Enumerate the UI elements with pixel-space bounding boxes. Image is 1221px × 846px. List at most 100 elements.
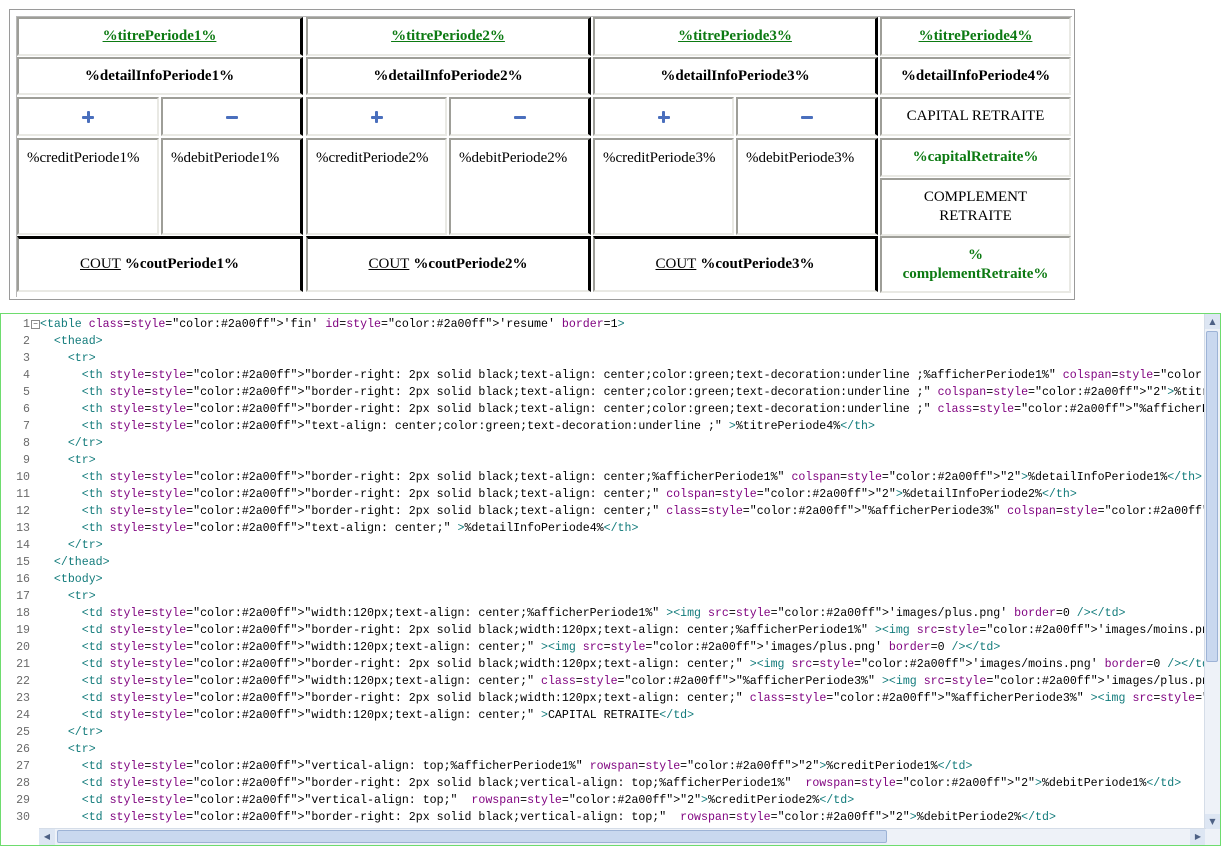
scroll-left-icon[interactable]: ◀ xyxy=(39,829,55,845)
minus-icon xyxy=(225,111,238,123)
debit-periode-1: %debitPeriode1% xyxy=(161,138,303,235)
plus-cell-3 xyxy=(593,97,734,136)
code-text[interactable]: <th style=style="color:#2a00ff">"border-… xyxy=(40,367,1206,384)
code-line[interactable]: 17 <tr> xyxy=(1,588,1206,605)
code-text[interactable]: </tr> xyxy=(40,435,103,452)
code-line[interactable]: 19 <td style=style="color:#2a00ff">"bord… xyxy=(1,622,1206,639)
code-text[interactable]: <tr> xyxy=(40,741,96,758)
code-text[interactable]: <td style=style="color:#2a00ff">"width:1… xyxy=(40,673,1206,690)
code-line[interactable]: 26 <tr> xyxy=(1,741,1206,758)
code-line[interactable]: 27 <td style=style="color:#2a00ff">"vert… xyxy=(1,758,1206,775)
code-line[interactable]: 28 <td style=style="color:#2a00ff">"bord… xyxy=(1,775,1206,792)
debit-periode-2: %debitPeriode2% xyxy=(449,138,591,235)
code-text[interactable]: <td style=style="color:#2a00ff">"width:1… xyxy=(40,605,1126,622)
line-number: 9 xyxy=(23,454,30,467)
line-number: 19 xyxy=(16,624,30,637)
code-line[interactable]: 9 <tr> xyxy=(1,452,1206,469)
code-line[interactable]: 18 <td style=style="color:#2a00ff">"widt… xyxy=(1,605,1206,622)
code-text[interactable]: <td style=style="color:#2a00ff">"width:1… xyxy=(40,707,694,724)
code-line[interactable]: 21 <td style=style="color:#2a00ff">"bord… xyxy=(1,656,1206,673)
scroll-up-icon[interactable]: ▲ xyxy=(1205,314,1220,329)
code-text[interactable]: <table class=style="color:#2a00ff">'fin'… xyxy=(40,316,625,333)
code-text[interactable]: <td style=style="color:#2a00ff">"border-… xyxy=(40,656,1206,673)
code-line[interactable]: 13 <th style=style="color:#2a00ff">"text… xyxy=(1,520,1206,537)
code-text[interactable]: </tr> xyxy=(40,724,103,741)
line-number: 20 xyxy=(16,641,30,654)
code-line[interactable]: 30 <td style=style="color:#2a00ff">"bord… xyxy=(1,809,1206,826)
fold-toggle-icon[interactable]: − xyxy=(31,320,40,329)
code-text[interactable]: <th style=style="color:#2a00ff">"border-… xyxy=(40,469,1202,486)
credit-periode-3: %creditPeriode3% xyxy=(593,138,734,235)
code-area[interactable]: 1− <table class=style="color:#2a00ff">'fi… xyxy=(1,314,1206,829)
line-number: 13 xyxy=(16,522,30,535)
code-text[interactable]: </tr> xyxy=(40,537,103,554)
minus-icon xyxy=(513,111,526,123)
code-text[interactable]: <tr> xyxy=(40,588,96,605)
code-line[interactable]: 20 <td style=style="color:#2a00ff">"widt… xyxy=(1,639,1206,656)
code-text[interactable]: <td style=style="color:#2a00ff">"border-… xyxy=(40,809,1056,826)
line-number: 11 xyxy=(16,488,30,501)
code-line[interactable]: 6 <th style=style="color:#2a00ff">"borde… xyxy=(1,401,1206,418)
code-text[interactable]: <thead> xyxy=(40,333,103,350)
line-number: 16 xyxy=(16,573,30,586)
minus-cell-2 xyxy=(449,97,591,136)
code-line[interactable]: 7 <th style=style="color:#2a00ff">"text-… xyxy=(1,418,1206,435)
horizontal-scroll-thumb[interactable] xyxy=(57,830,887,843)
code-text[interactable]: <tbody> xyxy=(40,571,103,588)
code-text[interactable]: <td style=style="color:#2a00ff">"border-… xyxy=(40,622,1206,639)
line-number: 27 xyxy=(16,760,30,773)
code-text[interactable]: <th style=style="color:#2a00ff">"border-… xyxy=(40,503,1206,520)
code-line[interactable]: 25 </tr> xyxy=(1,724,1206,741)
vertical-scroll-thumb[interactable] xyxy=(1206,331,1218,662)
code-line[interactable]: 22 <td style=style="color:#2a00ff">"widt… xyxy=(1,673,1206,690)
code-text[interactable]: <th style=style="color:#2a00ff">"border-… xyxy=(40,384,1206,401)
code-line[interactable]: 4 <th style=style="color:#2a00ff">"borde… xyxy=(1,367,1206,384)
code-text[interactable]: </thead> xyxy=(40,554,110,571)
plus-icon xyxy=(82,110,94,123)
plus-icon xyxy=(370,110,383,123)
code-line[interactable]: 29 <td style=style="color:#2a00ff">"vert… xyxy=(1,792,1206,809)
line-number: 29 xyxy=(16,794,30,807)
detail-periode-2: %detailInfoPeriode2% xyxy=(306,57,591,95)
code-line[interactable]: 12 <th style=style="color:#2a00ff">"bord… xyxy=(1,503,1206,520)
code-editor[interactable]: 1− <table class=style="color:#2a00ff">'fi… xyxy=(0,313,1221,846)
line-number: 21 xyxy=(16,658,30,671)
code-text[interactable]: <tr> xyxy=(40,452,96,469)
line-number: 28 xyxy=(16,777,30,790)
code-text[interactable]: <th style=style="color:#2a00ff">"text-al… xyxy=(40,520,639,537)
title-periode-3: %titrePeriode3% xyxy=(593,17,878,56)
code-text[interactable]: <th style=style="color:#2a00ff">"border-… xyxy=(40,401,1206,418)
code-text[interactable]: <td style=style="color:#2a00ff">"vertica… xyxy=(40,758,973,775)
code-text[interactable]: <th style=style="color:#2a00ff">"text-al… xyxy=(40,418,875,435)
code-line[interactable]: 11 <th style=style="color:#2a00ff">"bord… xyxy=(1,486,1206,503)
code-line[interactable]: 3 <tr> xyxy=(1,350,1206,367)
rendered-table-preview: %titrePeriode1% %titrePeriode2% %titrePe… xyxy=(9,9,1075,300)
code-text[interactable]: <tr> xyxy=(40,350,96,367)
code-line[interactable]: 1− <table class=style="color:#2a00ff">'fi… xyxy=(1,316,1206,333)
code-text[interactable]: <th style=style="color:#2a00ff">"border-… xyxy=(40,486,1077,503)
credit-periode-2: %creditPeriode2% xyxy=(306,138,447,235)
credit-periode-1: %creditPeriode1% xyxy=(17,138,159,235)
code-line[interactable]: 24 <td style=style="color:#2a00ff">"widt… xyxy=(1,707,1206,724)
code-line[interactable]: 8 </tr> xyxy=(1,435,1206,452)
code-text[interactable]: <td style=style="color:#2a00ff">"border-… xyxy=(40,775,1181,792)
line-number: 25 xyxy=(16,726,30,739)
code-line[interactable]: 2 <thead> xyxy=(1,333,1206,350)
code-line[interactable]: 14 </tr> xyxy=(1,537,1206,554)
code-line[interactable]: 15 </thead> xyxy=(1,554,1206,571)
scroll-right-icon[interactable]: ▶ xyxy=(1190,829,1206,845)
scroll-down-icon[interactable]: ▼ xyxy=(1205,814,1220,829)
code-text[interactable]: <td style=style="color:#2a00ff">"width:1… xyxy=(40,639,1001,656)
horizontal-scrollbar[interactable]: ◀ ▶ xyxy=(39,828,1206,845)
detail-periode-3: %detailInfoPeriode3% xyxy=(593,57,878,95)
code-line[interactable]: 5 <th style=style="color:#2a00ff">"borde… xyxy=(1,384,1206,401)
plus-icon xyxy=(657,110,670,123)
cout-periode-3: COUT %coutPeriode3% xyxy=(593,236,878,292)
code-line[interactable]: 16 <tbody> xyxy=(1,571,1206,588)
code-text[interactable]: <td style=style="color:#2a00ff">"vertica… xyxy=(40,792,854,809)
minus-cell-3 xyxy=(736,97,878,136)
code-line[interactable]: 10 <th style=style="color:#2a00ff">"bord… xyxy=(1,469,1206,486)
vertical-scrollbar[interactable]: ▲ ▼ xyxy=(1204,314,1220,829)
code-text[interactable]: <td style=style="color:#2a00ff">"border-… xyxy=(40,690,1206,707)
code-line[interactable]: 23 <td style=style="color:#2a00ff">"bord… xyxy=(1,690,1206,707)
